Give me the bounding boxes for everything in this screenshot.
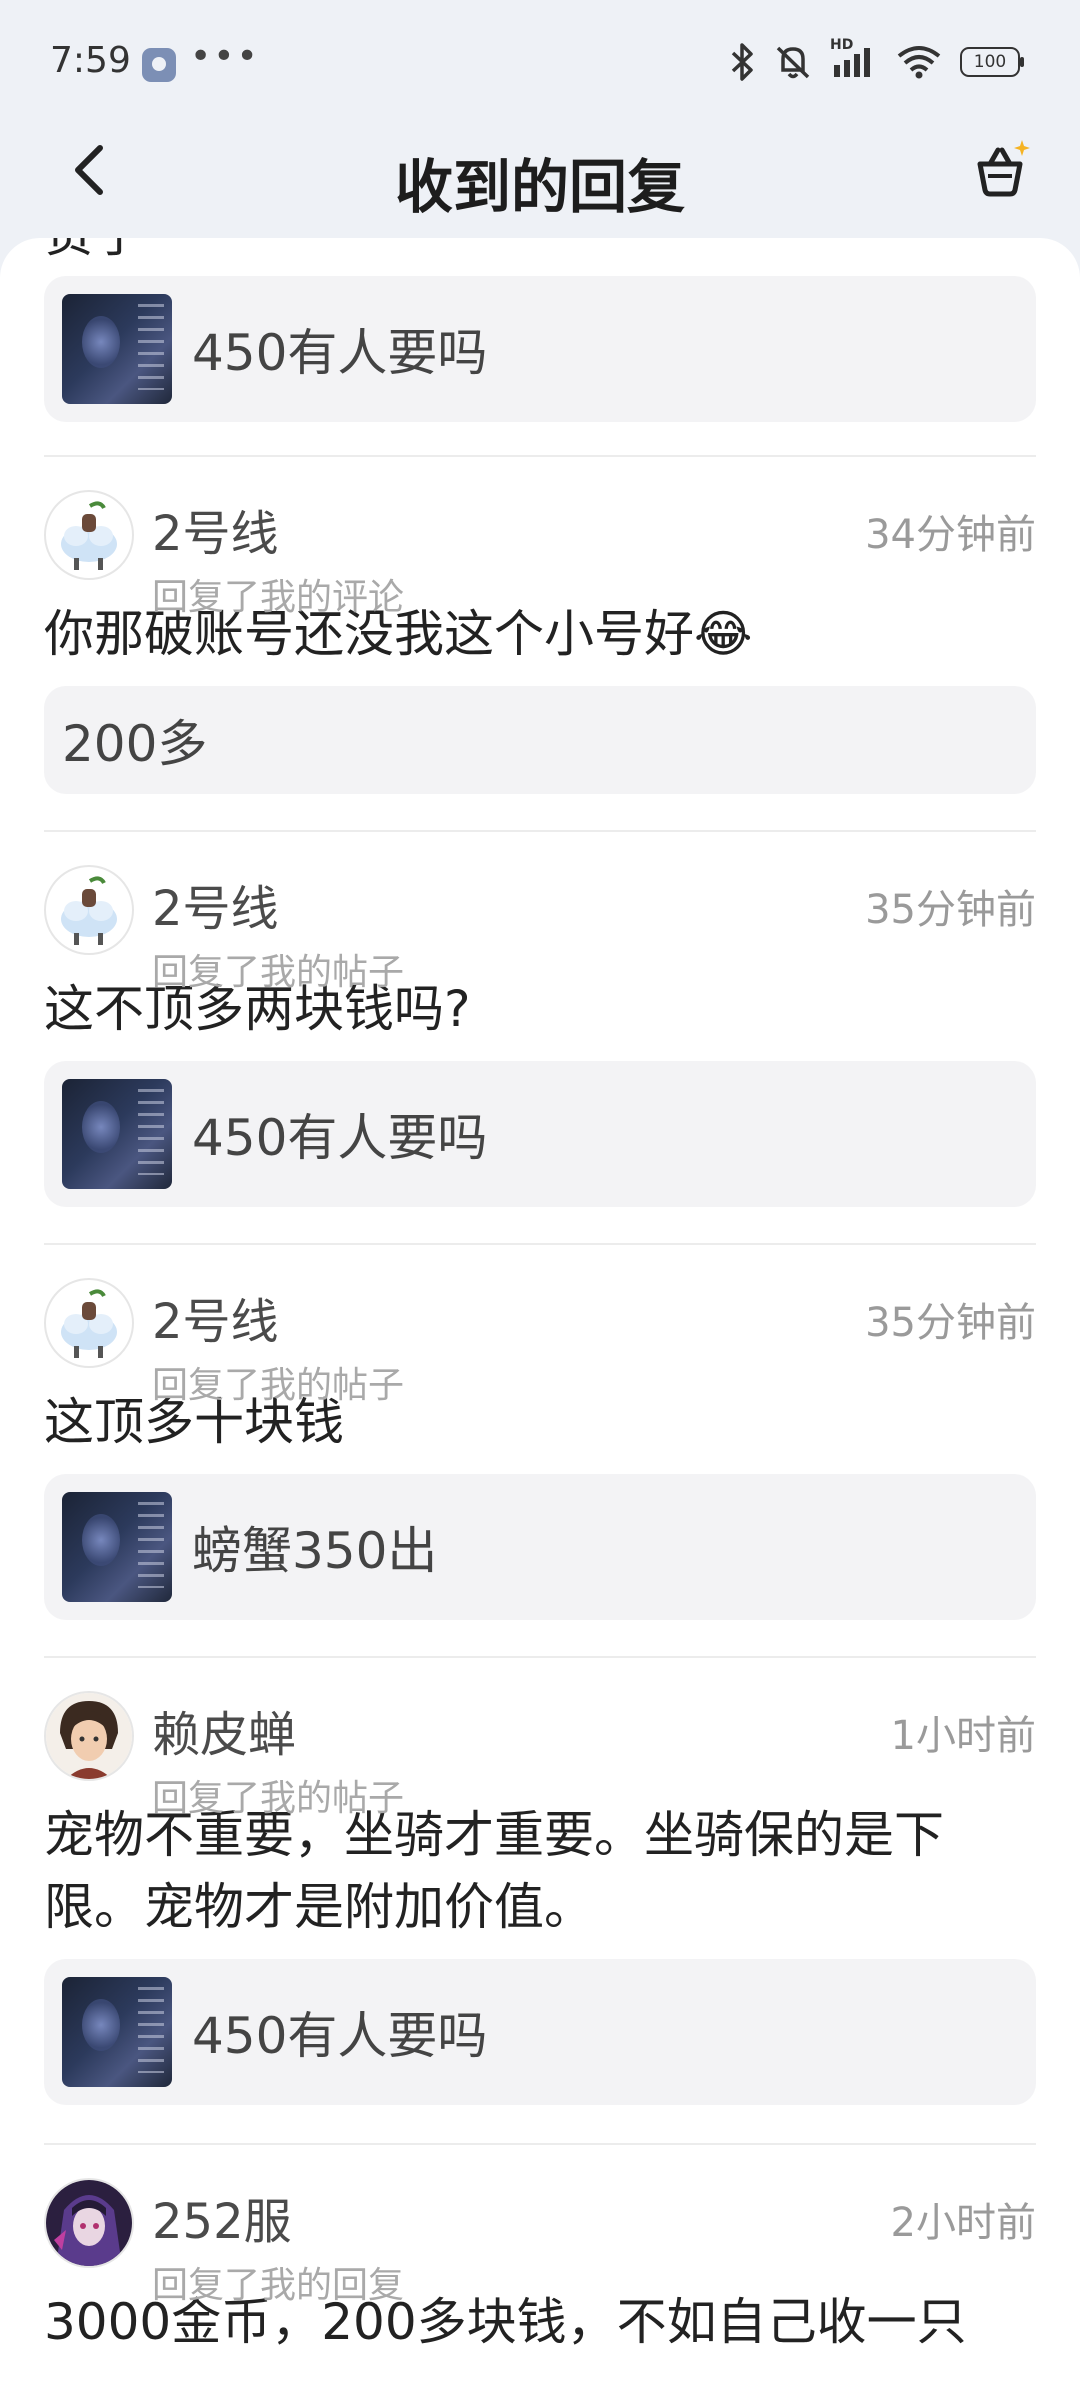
sheep-avatar-icon <box>61 501 117 570</box>
post-thumbnail <box>62 1079 172 1189</box>
divider <box>44 455 1036 457</box>
basket-button[interactable] <box>960 130 1040 210</box>
quoted-post[interactable]: 450有人要吗 <box>44 1959 1036 2105</box>
avatar[interactable] <box>44 865 134 955</box>
battery-icon: 100 <box>960 47 1024 77</box>
username[interactable]: 赖皮蝉 <box>152 1695 296 1765</box>
post-thumbnail <box>62 294 172 404</box>
reply-action: 回复了我的帖子 <box>152 1778 405 1819</box>
more-notifications-icon: ••• <box>190 36 260 77</box>
reply-action: 回复了我的回复 <box>152 2265 405 2306</box>
avatar[interactable] <box>44 2178 134 2268</box>
list-item[interactable]: 2号线 34分钟前 回复了我的评论 你那破账号还没我这个小号好😂 200多 <box>44 490 1036 794</box>
basket-icon <box>977 140 1030 197</box>
reply-time: 34分钟前 <box>865 512 1036 558</box>
quoted-post[interactable]: 螃蟹350出 <box>44 1474 1036 1620</box>
reply-time: 1小时前 <box>890 1713 1036 1759</box>
quoted-post-text: 450有人要吗 <box>192 1109 488 1167</box>
signal-icon: HD <box>830 37 878 81</box>
reply-action: 回复了我的评论 <box>152 577 405 618</box>
nav-bar: 收到的回复 <box>0 110 1080 240</box>
list-item[interactable]: 2号线 35分钟前 回复了我的帖子 这不顶多两块钱吗? 450有人要吗 <box>44 865 1036 1207</box>
quoted-comment[interactable]: 200多 <box>44 686 1036 794</box>
divider <box>44 830 1036 832</box>
sheep-avatar-icon <box>61 876 117 945</box>
mute-bell-icon <box>774 43 812 81</box>
post-thumbnail <box>62 1977 172 2087</box>
anime-avatar-icon <box>46 2180 132 2266</box>
avatar[interactable] <box>44 490 134 580</box>
partial-reply-text: 贵了 <box>44 238 144 266</box>
reply-action: 回复了我的帖子 <box>152 1365 405 1406</box>
sheep-avatar-icon <box>61 1289 117 1358</box>
reply-time: 35分钟前 <box>865 1300 1036 1346</box>
avatar[interactable] <box>44 1691 134 1781</box>
quoted-post-text: 450有人要吗 <box>192 2007 488 2065</box>
list-item[interactable]: 2号线 35分钟前 回复了我的帖子 这顶多十块钱 螃蟹350出 <box>44 1278 1036 1620</box>
username[interactable]: 2号线 <box>152 869 279 939</box>
page-title: 收到的回复 <box>394 153 685 221</box>
list-item[interactable]: 450有人要吗 <box>44 276 1036 422</box>
divider <box>44 1656 1036 1658</box>
reply-action: 回复了我的帖子 <box>152 952 405 993</box>
avatar[interactable] <box>44 1278 134 1368</box>
quoted-comment-text: 200多 <box>62 715 208 773</box>
wifi-icon <box>896 44 942 80</box>
divider <box>44 2143 1036 2145</box>
browser-app-icon <box>142 48 176 82</box>
username[interactable]: 2号线 <box>152 494 279 564</box>
quoted-post-text: 450有人要吗 <box>192 324 488 382</box>
status-time: 7:59 <box>50 40 131 81</box>
divider <box>44 1243 1036 1245</box>
quoted-post-text: 螃蟹350出 <box>192 1522 438 1580</box>
status-icons: HD 100 <box>730 37 1024 82</box>
reply-time: 2小时前 <box>890 2200 1036 2246</box>
post-thumbnail <box>62 1492 172 1602</box>
quoted-post[interactable]: 450有人要吗 <box>44 1061 1036 1207</box>
list-item[interactable]: 252服 2小时前 回复了我的回复 3000金币，200多块钱，不如自己收一只 <box>44 2178 1036 2358</box>
reply-list[interactable]: 贵了 450有人要吗 2号线 34分钟前 回复了我的评论 你那破账号还没我这个小… <box>0 238 1080 2403</box>
username[interactable]: 2号线 <box>152 1282 279 1352</box>
username[interactable]: 252服 <box>152 2182 292 2252</box>
reply-time: 35分钟前 <box>865 887 1036 933</box>
person-avatar-icon <box>46 1693 132 1779</box>
quoted-post[interactable]: 450有人要吗 <box>44 276 1036 422</box>
list-item[interactable]: 赖皮蝉 1小时前 回复了我的帖子 宠物不重要，坐骑才重要。坐骑保的是下限。宠物才… <box>44 1691 1036 2105</box>
bluetooth-icon <box>730 43 756 81</box>
